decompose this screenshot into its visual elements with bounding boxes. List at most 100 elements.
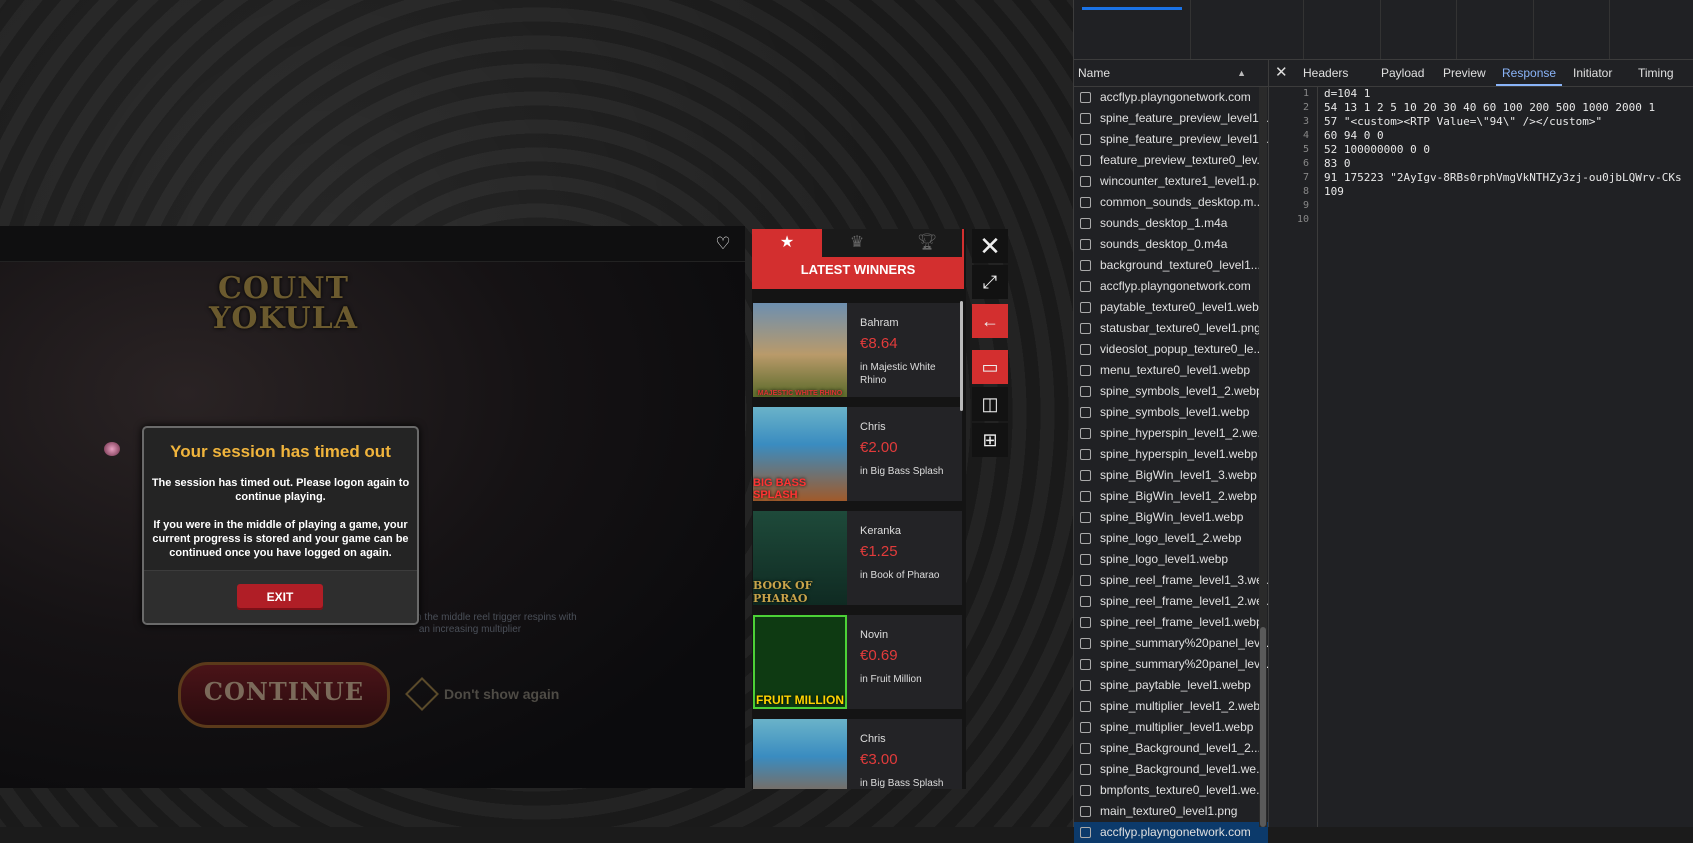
request-row[interactable]: spine_summary%20panel_lev...	[1074, 654, 1268, 675]
request-row[interactable]: feature_preview_texture0_lev...	[1074, 150, 1268, 171]
request-checkbox[interactable]	[1080, 281, 1091, 292]
request-checkbox[interactable]	[1080, 743, 1091, 754]
star-icon[interactable]: ★	[752, 229, 822, 257]
winner-card[interactable]: Chris €3.00 in Big Bass Splash	[753, 719, 962, 789]
dual-screen-icon[interactable]: ◫	[972, 387, 1008, 421]
request-row[interactable]: wincounter_texture1_level1.p...	[1074, 171, 1268, 192]
game-thumbnail[interactable]: BIG BASS SPLASH	[753, 407, 847, 501]
request-row[interactable]: spine_reel_frame_level1.webp	[1074, 612, 1268, 633]
request-checkbox[interactable]	[1080, 785, 1091, 796]
winner-card[interactable]: FRUIT MILLION Novin €0.69 in Fruit Milli…	[753, 615, 962, 709]
request-row[interactable]: statusbar_texture0_level1.png	[1074, 318, 1268, 339]
heart-icon[interactable]: ♡	[713, 234, 733, 254]
winner-game[interactable]: in Big Bass Splash	[860, 465, 955, 478]
request-checkbox[interactable]	[1080, 638, 1091, 649]
request-row[interactable]: spine_BigWin_level1.webp	[1074, 507, 1268, 528]
request-checkbox[interactable]	[1080, 134, 1091, 145]
request-checkbox[interactable]	[1080, 659, 1091, 670]
back-arrow-icon[interactable]: ←	[972, 304, 1008, 338]
tab-preview[interactable]: Preview	[1443, 66, 1486, 80]
request-row[interactable]: spine_hyperspin_level1_2.we...	[1074, 423, 1268, 444]
game-thumbnail[interactable]: MAJESTIC WHITE RHINO	[753, 303, 847, 397]
request-row[interactable]: spine_Background_level1_2....	[1074, 738, 1268, 759]
request-checkbox[interactable]	[1080, 344, 1091, 355]
winner-game[interactable]: in Fruit Million	[860, 673, 955, 686]
request-row[interactable]: sounds_desktop_0.m4a	[1074, 234, 1268, 255]
request-checkbox[interactable]	[1080, 701, 1091, 712]
request-row[interactable]: spine_multiplier_level1.webp	[1074, 717, 1268, 738]
request-row[interactable]: spine_BigWin_level1_2.webp	[1074, 486, 1268, 507]
game-thumbnail[interactable]	[753, 719, 847, 789]
request-checkbox[interactable]	[1080, 470, 1091, 481]
request-row[interactable]: bmpfonts_texture0_level1.we...	[1074, 780, 1268, 801]
request-checkbox[interactable]	[1080, 722, 1091, 733]
request-row[interactable]: spine_hyperspin_level1.webp	[1074, 444, 1268, 465]
request-row[interactable]: accflyp.playngonetwork.com	[1074, 87, 1268, 108]
winner-card[interactable]: MAJESTIC WHITE RHINO Bahram €8.64 in Maj…	[753, 303, 962, 397]
request-checkbox[interactable]	[1080, 302, 1091, 313]
request-row[interactable]: spine_logo_level1.webp	[1074, 549, 1268, 570]
request-checkbox[interactable]	[1080, 323, 1091, 334]
quad-screen-icon[interactable]: ⊞	[972, 423, 1008, 457]
request-checkbox[interactable]	[1080, 575, 1091, 586]
request-checkbox[interactable]	[1080, 449, 1091, 460]
winner-game[interactable]: in Big Bass Splash	[860, 777, 955, 789]
single-screen-icon[interactable]: ▭	[972, 350, 1008, 384]
request-row[interactable]: spine_summary%20panel_lev...	[1074, 633, 1268, 654]
winners-scrollbar[interactable]	[960, 301, 963, 411]
request-row[interactable]: sounds_desktop_1.m4a	[1074, 213, 1268, 234]
request-row[interactable]: spine_symbols_level1_2.webp	[1074, 381, 1268, 402]
dont-show-again-toggle[interactable]: Don't show again	[405, 677, 559, 711]
close-icon[interactable]: ✕	[972, 229, 1008, 263]
request-checkbox[interactable]	[1080, 596, 1091, 607]
request-row[interactable]: spine_Background_level1.we...	[1074, 759, 1268, 780]
sort-arrow-icon[interactable]: ▲	[1237, 60, 1246, 86]
request-row[interactable]: accflyp.playngonetwork.com	[1074, 822, 1268, 843]
request-checkbox[interactable]	[1080, 197, 1091, 208]
request-row[interactable]: spine_multiplier_level1_2.webp	[1074, 696, 1268, 717]
request-checkbox[interactable]	[1080, 827, 1091, 838]
request-checkbox[interactable]	[1080, 365, 1091, 376]
winner-card[interactable]: BIG BASS SPLASH Chris €2.00 in Big Bass …	[753, 407, 962, 501]
request-checkbox[interactable]	[1080, 386, 1091, 397]
request-checkbox[interactable]	[1080, 113, 1091, 124]
request-checkbox[interactable]	[1080, 806, 1091, 817]
request-row[interactable]: spine_paytable_level1.webp	[1074, 675, 1268, 696]
tab-headers[interactable]: Headers	[1303, 66, 1348, 80]
fullscreen-icon[interactable]: ⤢	[972, 265, 1008, 299]
request-row[interactable]: spine_symbols_level1.webp	[1074, 402, 1268, 423]
request-checkbox[interactable]	[1080, 155, 1091, 166]
request-row[interactable]: spine_feature_preview_level1...	[1074, 129, 1268, 150]
winner-game[interactable]: in Majestic White Rhino	[860, 361, 955, 387]
request-checkbox[interactable]	[1080, 491, 1091, 502]
request-checkbox[interactable]	[1080, 407, 1091, 418]
request-row[interactable]: spine_feature_preview_level1...	[1074, 108, 1268, 129]
crown-icon[interactable]: ♛	[822, 229, 892, 257]
request-checkbox[interactable]	[1080, 554, 1091, 565]
request-row[interactable]: background_texture0_level1....	[1074, 255, 1268, 276]
response-viewer[interactable]: 1 2 3 4 5 6 7 8 9 10 d=104 1 54 13 1 2 5 10 20 30 …	[1269, 87, 1693, 827]
request-checkbox[interactable]	[1080, 260, 1091, 271]
request-checkbox[interactable]	[1080, 617, 1091, 628]
checkbox-icon[interactable]	[405, 677, 439, 711]
request-checkbox[interactable]	[1080, 176, 1091, 187]
game-thumbnail[interactable]: BOOK OF PHARAO	[753, 511, 847, 605]
request-checkbox[interactable]	[1080, 533, 1091, 544]
request-checkbox[interactable]	[1080, 764, 1091, 775]
close-icon[interactable]: ✕	[1275, 63, 1288, 81]
scrollbar-thumb[interactable]	[1260, 627, 1266, 827]
request-row[interactable]: spine_BigWin_level1_3.webp	[1074, 465, 1268, 486]
request-checkbox[interactable]	[1080, 218, 1091, 229]
request-row[interactable]: videoslot_popup_texture0_le...	[1074, 339, 1268, 360]
tab-response[interactable]: Response	[1502, 66, 1556, 80]
tab-timing[interactable]: Timing	[1638, 66, 1674, 80]
tab-initiator[interactable]: Initiator	[1573, 66, 1612, 80]
continue-button[interactable]: CONTINUE	[178, 662, 390, 728]
request-row[interactable]: menu_texture0_level1.webp	[1074, 360, 1268, 381]
request-row[interactable]: spine_reel_frame_level1_3.we...	[1074, 570, 1268, 591]
request-checkbox[interactable]	[1080, 680, 1091, 691]
trophy-icon[interactable]: 🏆︎	[892, 229, 962, 257]
request-row[interactable]: accflyp.playngonetwork.com	[1074, 276, 1268, 297]
request-row[interactable]: main_texture0_level1.png	[1074, 801, 1268, 822]
response-text[interactable]: d=104 1 54 13 1 2 5 10 20 30 40 60 100 20…	[1324, 87, 1693, 227]
